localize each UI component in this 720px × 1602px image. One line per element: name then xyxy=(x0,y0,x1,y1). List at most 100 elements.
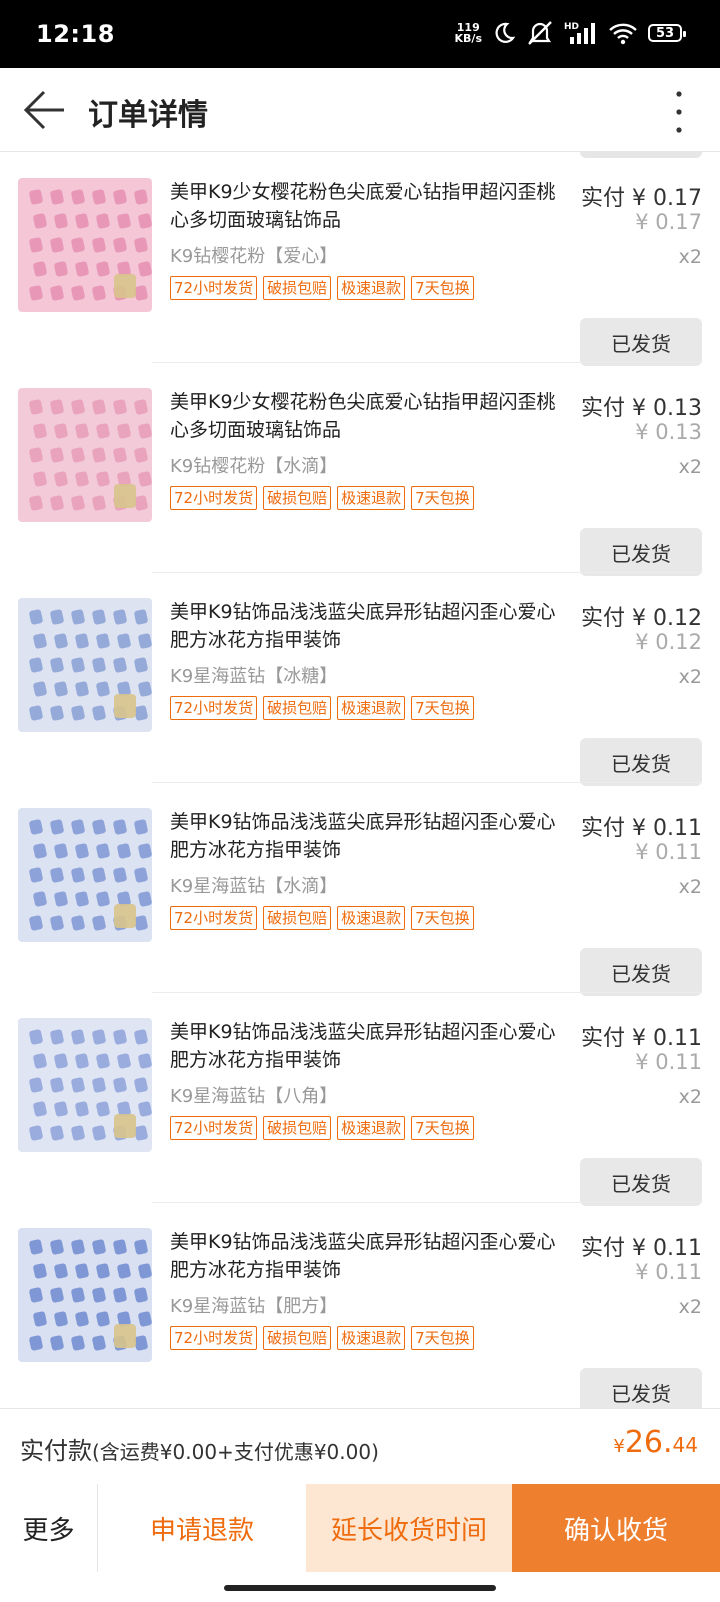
product-sku: K9星海蓝钻【冰糖】 xyxy=(170,666,338,687)
order-item[interactable]: 美甲K9钻饰品浅浅蓝尖底异形钻超闪歪心爱心肥方冰花方指甲装饰 K9星海蓝钻【八角… xyxy=(0,992,720,1206)
service-tags: 72小时发货 破损包赔 极速退款 7天包换 xyxy=(170,906,474,930)
service-tag: 7天包换 xyxy=(411,696,474,720)
service-tag: 极速退款 xyxy=(337,696,406,720)
product-thumbnail[interactable] xyxy=(18,1228,152,1362)
service-tag: 破损包赔 xyxy=(263,486,332,510)
shipped-status-button[interactable]: 已发货 xyxy=(580,948,702,996)
service-tag: 破损包赔 xyxy=(263,906,332,930)
service-tag: 极速退款 xyxy=(337,1326,406,1350)
paid-price: 实付 ¥ 0.13 xyxy=(581,396,702,421)
shipped-status-button[interactable]: 已发货 xyxy=(580,1158,702,1206)
product-title[interactable]: 美甲K9少女樱花粉色尖底爱心钻指甲超闪歪桃心多切面玻璃钻饰品 xyxy=(170,178,566,234)
paid-price: 实付 ¥ 0.11 xyxy=(581,1026,702,1051)
product-title[interactable]: 美甲K9钻饰品浅浅蓝尖底异形钻超闪歪心爱心肥方冰花方指甲装饰 xyxy=(170,808,566,864)
product-sku: K9钻樱花粉【水滴】 xyxy=(170,456,338,477)
svg-text:HD: HD xyxy=(564,22,579,32)
more-button[interactable]: 更多 xyxy=(0,1484,98,1572)
shipped-status-button[interactable]: 已发货 xyxy=(580,1368,702,1408)
fee-detail: (含运费¥0.00+支付优惠¥0.00) xyxy=(92,1440,379,1464)
total-dec: 44 xyxy=(672,1433,698,1457)
shipped-status-button[interactable]: 已发货 xyxy=(580,738,702,786)
shipped-status-button[interactable]: 已发货 xyxy=(580,528,702,576)
paid-total: ¥26.44 xyxy=(613,1425,698,1460)
paid-price: 实付 ¥ 0.11 xyxy=(581,816,702,841)
quantity: x2 xyxy=(678,666,702,688)
service-tag: 7天包换 xyxy=(411,906,474,930)
quantity: x2 xyxy=(678,876,702,898)
service-tag: 破损包赔 xyxy=(263,696,332,720)
product-thumbnail[interactable] xyxy=(18,598,152,732)
item-divider xyxy=(152,1202,702,1203)
service-tag: 极速退款 xyxy=(337,486,406,510)
product-sku: K9钻樱花粉【爱心】 xyxy=(170,246,338,267)
unit-price: ¥ 0.11 xyxy=(635,840,702,864)
paid-price: 实付 ¥ 0.11 xyxy=(581,1236,702,1261)
item-divider xyxy=(152,572,702,573)
item-divider xyxy=(152,992,702,993)
service-tags: 72小时发货 破损包赔 极速退款 7天包换 xyxy=(170,1116,474,1140)
item-divider xyxy=(152,362,702,363)
service-tag: 极速退款 xyxy=(337,906,406,930)
quantity: x2 xyxy=(678,246,702,268)
moon-icon xyxy=(495,22,516,43)
service-tags: 72小时发货 破损包赔 极速退款 7天包换 xyxy=(170,696,474,720)
status-time: 12:18 xyxy=(36,20,115,48)
order-item[interactable]: 美甲K9钻饰品浅浅蓝尖底异形钻超闪歪心爱心肥方冰花方指甲装饰 K9星海蓝钻【肥方… xyxy=(0,1202,720,1408)
confirm-receipt-button[interactable]: 确认收货 xyxy=(512,1484,720,1572)
status-bar: 12:18 119 KB/s HD 53 xyxy=(0,0,720,68)
status-icons: 119 KB/s HD 53 xyxy=(455,18,686,48)
network-speed-unit: KB/s xyxy=(454,32,482,45)
service-tag: 72小时发货 xyxy=(170,696,258,720)
product-title[interactable]: 美甲K9钻饰品浅浅蓝尖底异形钻超闪歪心爱心肥方冰花方指甲装饰 xyxy=(170,1228,566,1284)
service-tags: 72小时发货 破损包赔 极速退款 7天包换 xyxy=(170,276,474,300)
more-vertical-icon[interactable] xyxy=(672,88,686,136)
service-tag: 72小时发货 xyxy=(170,1326,258,1350)
unit-price: ¥ 0.13 xyxy=(635,420,702,444)
product-title[interactable]: 美甲K9钻饰品浅浅蓝尖底异形钻超闪歪心爱心肥方冰花方指甲装饰 xyxy=(170,1018,566,1074)
service-tag: 7天包换 xyxy=(411,1326,474,1350)
unit-price: ¥ 0.11 xyxy=(635,1050,702,1074)
order-item-list[interactable]: 美甲K9少女樱花粉色尖底爱心钻指甲超闪歪桃心多切面玻璃钻饰品 K9钻樱花粉【爱心… xyxy=(0,152,720,1408)
service-tag: 7天包换 xyxy=(411,276,474,300)
service-tag: 7天包换 xyxy=(411,1116,474,1140)
service-tag: 72小时发货 xyxy=(170,906,258,930)
wifi-icon xyxy=(609,23,637,45)
shipped-status-button[interactable]: 已发货 xyxy=(580,318,702,366)
service-tag: 极速退款 xyxy=(337,276,406,300)
quantity: x2 xyxy=(678,456,702,478)
product-thumbnail[interactable] xyxy=(18,808,152,942)
quantity: x2 xyxy=(678,1296,702,1318)
network-speed: 119 KB/s xyxy=(455,22,482,44)
product-thumbnail[interactable] xyxy=(18,178,152,312)
payment-summary: 实付款(含运费¥0.00+支付优惠¥0.00) ¥26.44 xyxy=(0,1408,720,1484)
unit-price: ¥ 0.12 xyxy=(635,630,702,654)
order-item[interactable]: 美甲K9少女樱花粉色尖底爱心钻指甲超闪歪桃心多切面玻璃钻饰品 K9钻樱花粉【爱心… xyxy=(0,152,720,366)
product-title[interactable]: 美甲K9钻饰品浅浅蓝尖底异形钻超闪歪心爱心肥方冰花方指甲装饰 xyxy=(170,598,566,654)
back-arrow-icon[interactable] xyxy=(20,88,68,132)
service-tag: 72小时发货 xyxy=(170,486,258,510)
service-tags: 72小时发货 破损包赔 极速退款 7天包换 xyxy=(170,1326,474,1350)
battery-icon: 53 xyxy=(648,24,686,42)
page-title: 订单详情 xyxy=(88,98,208,133)
product-title[interactable]: 美甲K9少女樱花粉色尖底爱心钻指甲超闪歪桃心多切面玻璃钻饰品 xyxy=(170,388,566,444)
product-thumbnail[interactable] xyxy=(18,388,152,522)
extend-receipt-button[interactable]: 延长收货时间 xyxy=(306,1484,512,1572)
item-divider xyxy=(152,782,702,783)
service-tag: 破损包赔 xyxy=(263,276,332,300)
service-tag: 72小时发货 xyxy=(170,1116,258,1140)
product-thumbnail[interactable] xyxy=(18,1018,152,1152)
order-item[interactable]: 美甲K9钻饰品浅浅蓝尖底异形钻超闪歪心爱心肥方冰花方指甲装饰 K9星海蓝钻【冰糖… xyxy=(0,572,720,786)
product-sku: K9星海蓝钻【水滴】 xyxy=(170,876,338,897)
service-tag: 极速退款 xyxy=(337,1116,406,1140)
service-tags: 72小时发货 破损包赔 极速退款 7天包换 xyxy=(170,486,474,510)
order-item[interactable]: 美甲K9钻饰品浅浅蓝尖底异形钻超闪歪心爱心肥方冰花方指甲装饰 K9星海蓝钻【水滴… xyxy=(0,782,720,996)
apply-refund-button[interactable]: 申请退款 xyxy=(98,1484,306,1572)
order-item[interactable]: 美甲K9少女樱花粉色尖底爱心钻指甲超闪歪桃心多切面玻璃钻饰品 K9钻樱花粉【水滴… xyxy=(0,362,720,576)
service-tag: 破损包赔 xyxy=(263,1326,332,1350)
paid-price: 实付 ¥ 0.17 xyxy=(581,186,702,211)
total-int: 26. xyxy=(624,1425,673,1460)
home-indicator[interactable] xyxy=(224,1585,496,1591)
app-header: 订单详情 xyxy=(0,68,720,152)
mute-icon xyxy=(528,21,552,45)
system-nav-bar xyxy=(0,1572,720,1602)
